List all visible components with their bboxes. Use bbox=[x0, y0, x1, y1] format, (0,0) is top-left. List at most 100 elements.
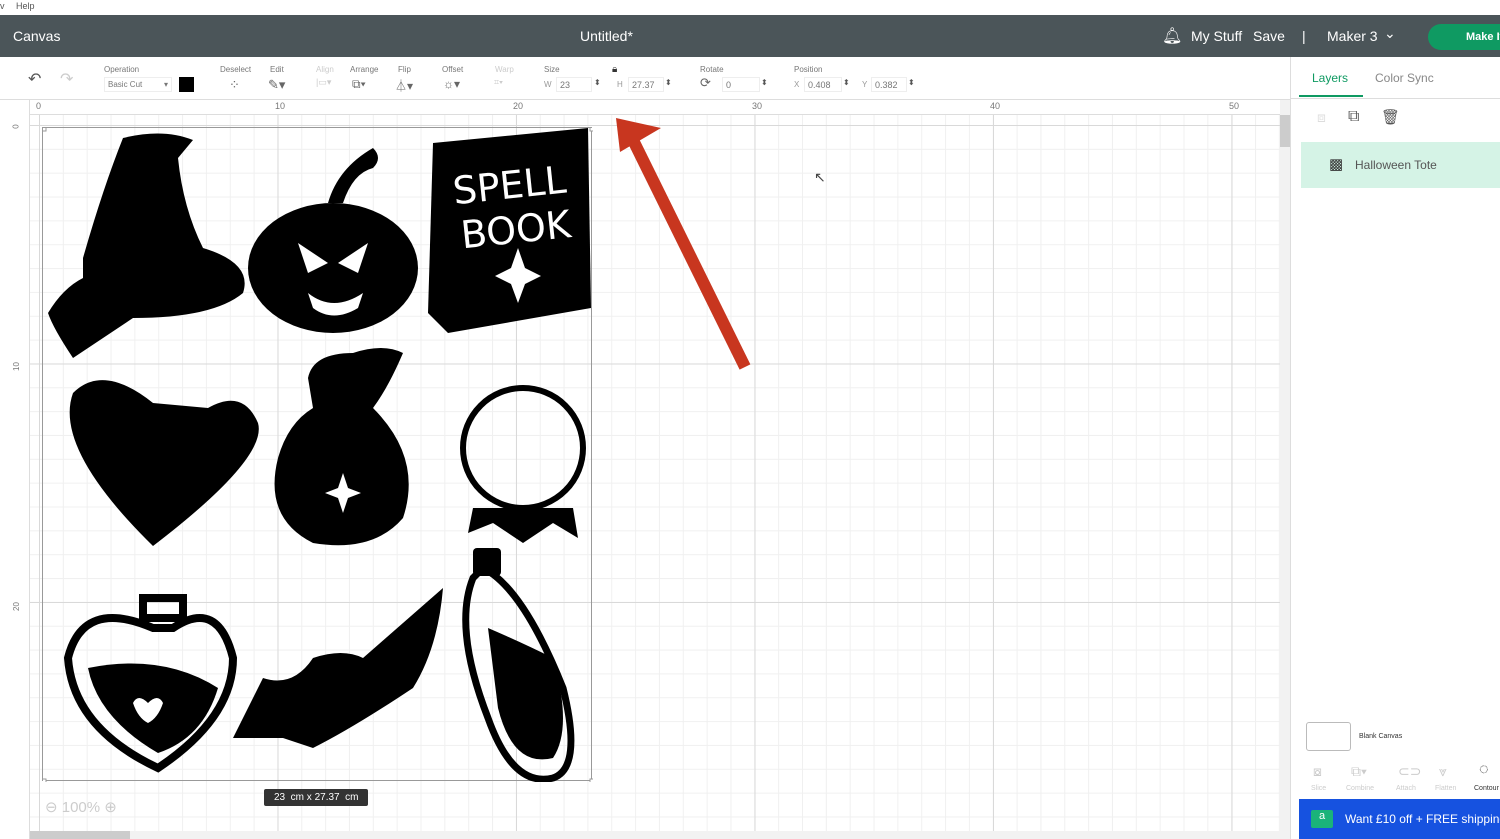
app-name: Canvas bbox=[13, 28, 61, 44]
chevron-down-icon[interactable]: ⌄ bbox=[1384, 25, 1396, 42]
attach-label: Attach bbox=[1396, 785, 1416, 792]
color-swatch[interactable] bbox=[179, 77, 194, 92]
y-stepper[interactable]: ⬍ bbox=[908, 78, 915, 87]
ruler-tick: 20 bbox=[11, 602, 21, 611]
ruler-tick: 10 bbox=[275, 101, 286, 111]
arrange-label: Arrange bbox=[350, 65, 379, 74]
pencil-icon[interactable]: ✎▾ bbox=[268, 77, 285, 93]
align-label: Align bbox=[316, 65, 334, 74]
bell-icon[interactable]: 🔔︎ bbox=[1162, 26, 1182, 46]
arrange-icon[interactable]: ⧉▾ bbox=[352, 77, 366, 92]
deselect-label: Deselect bbox=[220, 65, 252, 74]
operation-value: Basic Cut bbox=[108, 80, 143, 89]
layer-item[interactable]: ▩ Halloween Tote bbox=[1301, 142, 1500, 188]
bat-icon bbox=[233, 588, 443, 748]
horizontal-scrollbar[interactable] bbox=[30, 831, 1280, 839]
x-stepper[interactable]: ⬍ bbox=[843, 78, 850, 87]
combine-icon[interactable]: ⧉▾ bbox=[1351, 763, 1367, 780]
scroll-thumb[interactable] bbox=[30, 831, 130, 839]
redo-icon[interactable]: ↷ bbox=[60, 69, 73, 89]
operation-select[interactable]: Basic Cut ▾ bbox=[104, 77, 172, 92]
operation-label: Operation bbox=[104, 65, 140, 74]
flip-icon[interactable]: ⏃▾ bbox=[395, 77, 413, 94]
slice-icon[interactable]: ⧇ bbox=[1313, 763, 1322, 780]
witch-hat-icon bbox=[48, 133, 245, 358]
layers-panel: Layers Color Sync ⧈ ⧉ 🗑︎ ▩ Halloween Tot… bbox=[1290, 57, 1500, 839]
height-stepper[interactable]: ⬍ bbox=[665, 78, 672, 87]
promo-text: Want £10 off + FREE shipping bbox=[1345, 812, 1500, 826]
my-stuff-link[interactable]: My Stuff bbox=[1191, 28, 1242, 44]
edit-label: Edit bbox=[270, 65, 284, 74]
menu-bar: v Help bbox=[0, 0, 1500, 15]
duplicate-icon[interactable]: ⧉ bbox=[1348, 108, 1359, 126]
flatten-label: Flatten bbox=[1435, 785, 1457, 792]
tab-color-sync[interactable]: Color Sync bbox=[1375, 71, 1434, 85]
flip-label: Flip bbox=[398, 65, 411, 74]
y-input[interactable]: 0.382 bbox=[871, 77, 907, 92]
vertical-scrollbar[interactable] bbox=[1280, 100, 1290, 839]
zoom-out-icon[interactable]: ⊖ bbox=[45, 799, 58, 816]
divider bbox=[1291, 98, 1500, 99]
align-icon[interactable]: |▭▾ bbox=[316, 77, 331, 88]
promo-banner[interactable]: a Want £10 off + FREE shipping bbox=[1299, 799, 1500, 839]
ruler-tick: 50 bbox=[1229, 101, 1240, 111]
combine-label: Combine bbox=[1346, 785, 1375, 792]
zoom-control[interactable]: ⊖ 100% ⊕ bbox=[45, 798, 117, 816]
rotate-stepper[interactable]: ⬍ bbox=[761, 78, 768, 87]
save-button[interactable]: Save bbox=[1253, 28, 1285, 44]
size-tooltip: 23 cm x 27.37 cm bbox=[264, 789, 369, 806]
selection-box[interactable]: SPELL BOOK bbox=[39, 124, 597, 786]
undo-icon[interactable]: ↶ bbox=[28, 69, 41, 89]
header-separator: | bbox=[1302, 28, 1306, 44]
action-bar: ⧇ Slice ⧉▾ Combine ⊂⊃ Attach ⩔ Flatten ◌… bbox=[1291, 757, 1500, 797]
tab-layers[interactable]: Layers bbox=[1312, 71, 1348, 85]
ruler-tick: 20 bbox=[513, 101, 524, 111]
width-input[interactable]: 23 bbox=[556, 77, 592, 92]
ruler-vertical: 0 10 20 bbox=[0, 100, 30, 839]
attach-icon[interactable]: ⊂⊃ bbox=[1398, 763, 1421, 780]
lock-icon[interactable]: 🔒︎ bbox=[612, 64, 617, 75]
flatten-icon[interactable]: ⩔ bbox=[1439, 763, 1447, 780]
zoom-in-icon[interactable]: ⊕ bbox=[104, 799, 117, 816]
layer-thumbnail-icon: ▩ bbox=[1329, 156, 1344, 173]
rotate-input[interactable]: 0 bbox=[722, 77, 760, 92]
spider-heart-icon bbox=[69, 380, 259, 546]
contour-icon[interactable]: ◌ bbox=[1479, 761, 1489, 779]
x-input[interactable]: 0.408 bbox=[804, 77, 842, 92]
contour-label: Contour bbox=[1474, 785, 1499, 792]
toolbar: ↶ ↷ Operation Basic Cut ▾ Deselect ⁘ Edit… bbox=[0, 57, 1290, 100]
trash-icon[interactable]: 🗑︎ bbox=[1381, 108, 1400, 126]
slice-label: Slice bbox=[1311, 785, 1327, 792]
blank-canvas-swatch[interactable] bbox=[1306, 722, 1351, 751]
ruler-tick: 10 bbox=[11, 362, 21, 371]
ruler-tick: 40 bbox=[990, 101, 1001, 111]
height-input[interactable]: 27.37 bbox=[628, 77, 664, 92]
y-label: Y bbox=[862, 80, 868, 89]
menu-help[interactable]: Help bbox=[16, 1, 35, 11]
document-title: Untitled* bbox=[580, 28, 633, 44]
machine-select[interactable]: Maker 3 bbox=[1327, 28, 1378, 44]
rotate-icon[interactable]: ⟳ bbox=[700, 75, 711, 91]
blank-canvas-label: Blank Canvas bbox=[1359, 733, 1403, 740]
offset-icon[interactable]: ☼▾ bbox=[443, 77, 460, 91]
warp-icon[interactable]: ⌗▾ bbox=[494, 77, 503, 88]
offset-label: Offset bbox=[442, 65, 464, 74]
rotate-label: Rotate bbox=[700, 65, 724, 74]
mouse-cursor-icon: ↖ bbox=[814, 169, 826, 185]
halloween-tote-design: SPELL BOOK bbox=[39, 124, 597, 786]
menu-partial[interactable]: v bbox=[0, 1, 5, 11]
scroll-thumb[interactable] bbox=[1280, 115, 1290, 147]
height-label: H bbox=[617, 80, 623, 89]
width-stepper[interactable]: ⬍ bbox=[594, 78, 601, 87]
deselect-icon[interactable]: ⁘ bbox=[229, 77, 240, 93]
pouch-icon bbox=[274, 348, 409, 546]
make-it-button[interactable]: Make It bbox=[1428, 24, 1500, 50]
red-arrow-annotation bbox=[616, 118, 751, 370]
ruler-tick: 0 bbox=[36, 101, 42, 111]
group-icon[interactable]: ⧈ bbox=[1317, 109, 1326, 126]
zoom-level: 100% bbox=[61, 799, 101, 816]
app-header: Canvas Untitled* 🔔︎ My Stuff Save | Make… bbox=[0, 15, 1500, 57]
position-label: Position bbox=[794, 65, 823, 74]
active-tab-indicator bbox=[1299, 95, 1363, 97]
x-label: X bbox=[794, 80, 800, 89]
